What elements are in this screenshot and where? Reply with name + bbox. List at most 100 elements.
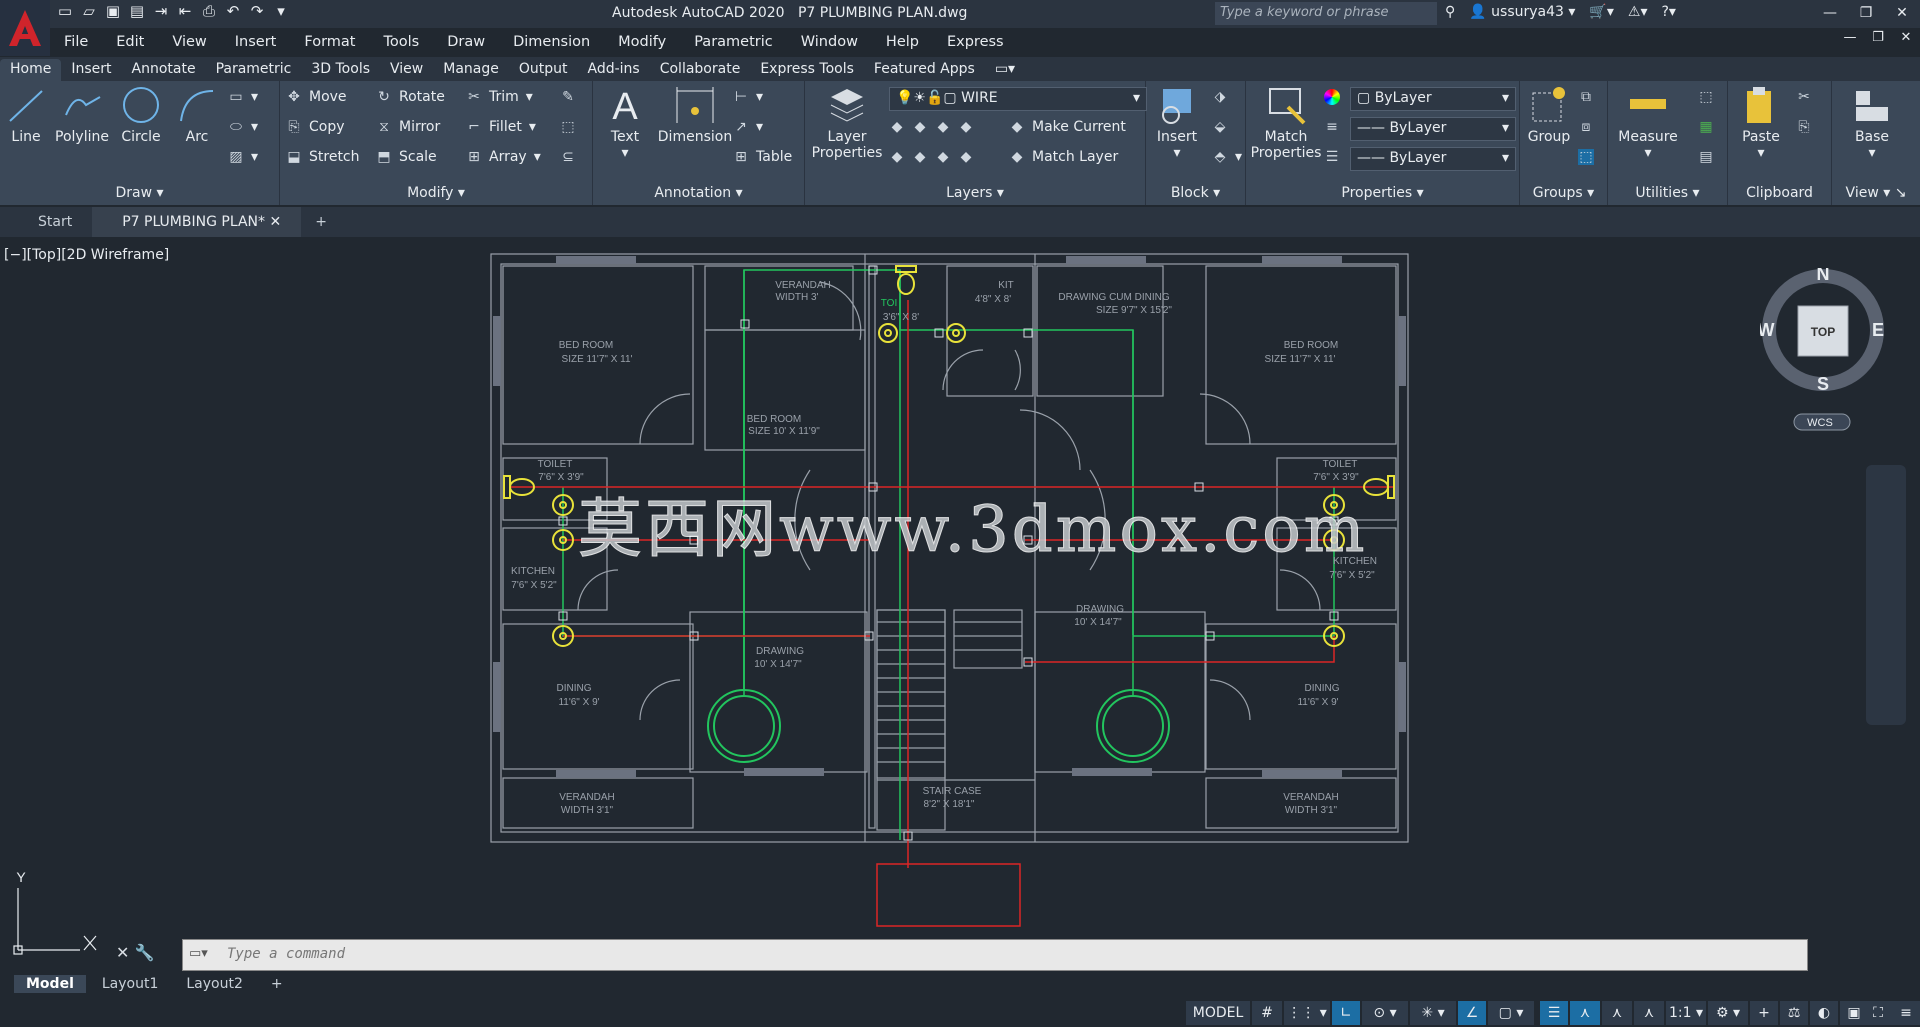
command-line[interactable]: ▭▾ Type a command (182, 939, 1808, 971)
trim-button[interactable]: ✂ Trim ▾ (466, 89, 533, 105)
clean-screen-icon[interactable]: ⛶ (1864, 1001, 1892, 1025)
menu-dimension[interactable]: Dimension (499, 34, 604, 50)
auto-scale-icon[interactable]: ⋏ (1602, 1001, 1632, 1025)
menu-tools[interactable]: Tools (369, 34, 433, 50)
group-select-icon[interactable]: ⬚ (1578, 149, 1594, 165)
match-layer-button[interactable]: ◆ Match Layer (1009, 149, 1119, 165)
annotation-monitor-icon[interactable]: + (1750, 1001, 1778, 1025)
draw-panel-label[interactable]: Draw ▾ (0, 185, 279, 201)
start-tab[interactable]: Start (0, 207, 92, 237)
ungroup-icon[interactable]: ⧉ (1578, 89, 1594, 105)
compass-w[interactable]: W (1758, 320, 1775, 340)
edit-block-icon[interactable]: ⬙ (1212, 119, 1228, 135)
ribbon-tab-home[interactable]: Home (0, 59, 62, 81)
compass-s[interactable]: S (1817, 374, 1829, 394)
ribbon-tab-view[interactable]: View (380, 59, 433, 81)
add-layout-icon[interactable]: + (259, 975, 295, 993)
doc-minimize-icon[interactable]: — (1836, 30, 1864, 45)
object-snap-icon[interactable]: ▢ ▾ (1488, 1001, 1534, 1025)
explode-icon[interactable]: ⬚ (560, 119, 576, 135)
close-tab-icon[interactable]: ✕ (269, 214, 281, 230)
wcs-menu[interactable]: WCS (1807, 417, 1833, 429)
cart-icon[interactable]: 🛒▾ (1589, 4, 1613, 20)
user-account[interactable]: 👤 ussurya43 ▾ (1469, 4, 1575, 20)
undo-icon[interactable]: ↶ (224, 2, 242, 20)
customization-icon[interactable]: ≡ (1892, 1001, 1920, 1025)
color-wheel-icon[interactable] (1324, 89, 1340, 105)
layer-properties-button[interactable]: Layer Properties (809, 85, 885, 161)
menu-file[interactable]: File (50, 34, 102, 50)
insert-button[interactable]: Insert ▾ (1152, 85, 1202, 161)
navigation-bar[interactable] (1866, 465, 1906, 725)
ribbon-tab-parametric[interactable]: Parametric (206, 59, 302, 81)
restore-icon[interactable]: ❐ (1848, 0, 1884, 28)
groups-panel-label[interactable]: Groups ▾ (1520, 185, 1607, 201)
workspace-icon[interactable]: ⚙ ▾ (1708, 1001, 1748, 1025)
ribbon-tab-3d-tools[interactable]: 3D Tools (301, 59, 380, 81)
quick-properties-icon[interactable]: ◐ (1810, 1001, 1838, 1025)
annotation-scale-icon[interactable]: ⋏ (1634, 1001, 1664, 1025)
object-snap-tracking-icon[interactable]: ∠ (1458, 1001, 1486, 1025)
properties-panel-label[interactable]: Properties ▾ (1246, 185, 1519, 201)
export-icon[interactable]: ⇤ (176, 2, 194, 20)
annotation-scale-dropdown[interactable]: 1:1 ▾ (1666, 1001, 1706, 1025)
command-close-icon[interactable]: ✕ (116, 943, 129, 962)
ortho-icon[interactable]: ∟ (1332, 1001, 1360, 1025)
command-input[interactable]: Type a command (227, 946, 345, 962)
save-icon[interactable]: ▣ (104, 2, 122, 20)
command-customize-icon[interactable]: 🔧 (135, 943, 155, 962)
lineweight-toggle-icon[interactable]: ☰ (1540, 1001, 1568, 1025)
rectangle-icon[interactable]: ▭ ▾ (228, 89, 258, 105)
ribbon-tab-annotate[interactable]: Annotate (122, 59, 206, 81)
clipboard-panel-label[interactable]: Clipboard (1728, 185, 1831, 201)
measure-button[interactable]: Measure ▾ (1616, 85, 1680, 161)
layout-tab-layout2[interactable]: Layout2 (174, 975, 255, 993)
viewcube-face[interactable]: TOP (1811, 325, 1835, 339)
linetype-dropdown[interactable]: —— ByLayer ▾ (1350, 147, 1516, 171)
rotate-button[interactable]: ↻ Rotate (376, 89, 445, 105)
text-button[interactable]: A Text ▾ (603, 85, 647, 161)
menu-modify[interactable]: Modify (604, 34, 680, 50)
match-properties-button[interactable]: Match Properties (1250, 85, 1322, 161)
a360-icon[interactable]: ⚠▾ (1628, 4, 1648, 20)
grid-icon[interactable]: # (1252, 1001, 1282, 1025)
layout-tab-model[interactable]: Model (14, 975, 86, 993)
stretch-button[interactable]: ⬓ Stretch (286, 149, 359, 165)
doc-close-icon[interactable]: ✕ (1892, 30, 1920, 45)
print-icon[interactable]: ⎙ (200, 2, 218, 20)
quick-select-icon[interactable]: ⬚ (1698, 89, 1714, 105)
group-button[interactable]: Group (1524, 85, 1574, 145)
ribbon-tab-output[interactable]: Output (509, 59, 578, 81)
annotation-panel-label[interactable]: Annotation ▾ (593, 185, 804, 201)
scale-button[interactable]: ⬒ Scale (376, 149, 436, 165)
application-menu-button[interactable] (0, 0, 50, 56)
layer-dropdown[interactable]: 💡☀🔓▢ WIRE ▾ (889, 87, 1147, 111)
block-panel-label[interactable]: Block ▾ (1146, 185, 1245, 201)
menu-help[interactable]: Help (872, 34, 933, 50)
snap-icon[interactable]: ⋮⋮ ▾ (1284, 1001, 1330, 1025)
layer-tools-row2[interactable]: ◆ ◆ ◆ ◆ (889, 149, 974, 165)
arc-button[interactable]: Arc (174, 85, 220, 145)
ribbon-tab-insert[interactable]: Insert (61, 59, 121, 81)
compass-n[interactable]: N (1817, 264, 1830, 284)
menu-insert[interactable]: Insert (221, 34, 291, 50)
lineweight-dropdown[interactable]: —— ByLayer ▾ (1350, 117, 1516, 141)
ribbon-tab-collaborate[interactable]: Collaborate (650, 59, 751, 81)
circle-button[interactable]: Circle (116, 85, 166, 145)
modify-panel-label[interactable]: Modify ▾ (280, 185, 592, 201)
annotation-visibility-icon[interactable]: ⋏ (1570, 1001, 1600, 1025)
block-attribute-icon[interactable]: ⬘ ▾ (1212, 149, 1242, 165)
linear-dim-icon[interactable]: ⊢ ▾ (733, 89, 763, 105)
drawing-tab[interactable]: P7 PLUMBING PLAN* ✕ (92, 207, 302, 237)
menu-view[interactable]: View (158, 34, 220, 50)
ribbon-tab-add-ins[interactable]: Add-ins (578, 59, 650, 81)
minimize-icon[interactable]: — (1812, 0, 1848, 28)
redo-icon[interactable]: ↷ (248, 2, 266, 20)
polyline-button[interactable]: Polyline (52, 85, 112, 145)
close-icon[interactable]: ✕ (1884, 0, 1920, 28)
create-block-icon[interactable]: ⬗ (1212, 89, 1228, 105)
select-all-icon[interactable]: ▦ (1698, 119, 1714, 135)
help-icon[interactable]: ?▾ (1661, 4, 1675, 20)
menu-format[interactable]: Format (290, 34, 369, 50)
layers-panel-label[interactable]: Layers ▾ (805, 185, 1145, 201)
